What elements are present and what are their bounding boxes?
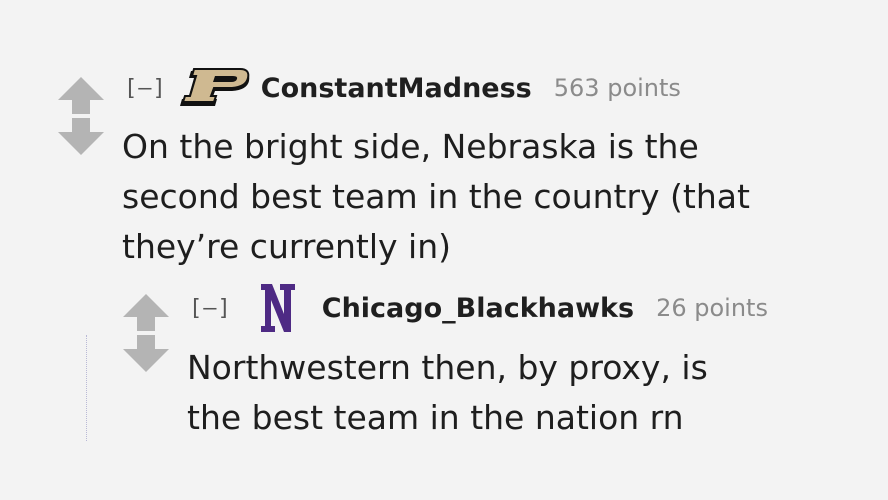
upvote-arrow-icon[interactable] [120, 291, 172, 331]
upvote-arrow-icon[interactable] [55, 74, 107, 114]
downvote-arrow-icon[interactable] [120, 335, 172, 375]
purdue-p-logo-icon [177, 68, 253, 108]
comment-body-line: the best team in the nation rn [187, 398, 684, 437]
score-label: 563 points [553, 74, 681, 102]
downvote-arrow-icon[interactable] [55, 118, 107, 158]
comment-tagline: [–] ConstantMadness 563 points [124, 68, 681, 108]
collapse-toggle[interactable]: [–] [124, 76, 167, 101]
collapse-toggle[interactable]: [–] [189, 296, 232, 321]
comment-body-line: second best team in the country (that [122, 177, 750, 216]
author-link[interactable]: ConstantMadness [261, 73, 532, 104]
comment-body-line: Northwestern then, by proxy, is [187, 348, 708, 387]
score-label: 26 points [656, 294, 768, 322]
comment-tagline: [–] Chicago_Blackhawks 26 points [189, 282, 768, 334]
comment-body-line: they’re currently in) [122, 227, 452, 266]
child-thread-line[interactable] [86, 335, 87, 441]
comment-body-line: On the bright side, Nebraska is the [122, 127, 699, 166]
author-link[interactable]: Chicago_Blackhawks [322, 293, 634, 324]
northwestern-n-logo-icon [260, 282, 296, 334]
comment-body: On the bright side, Nebraska is the seco… [122, 122, 862, 272]
comment-body: Northwestern then, by proxy, is the best… [187, 343, 867, 443]
